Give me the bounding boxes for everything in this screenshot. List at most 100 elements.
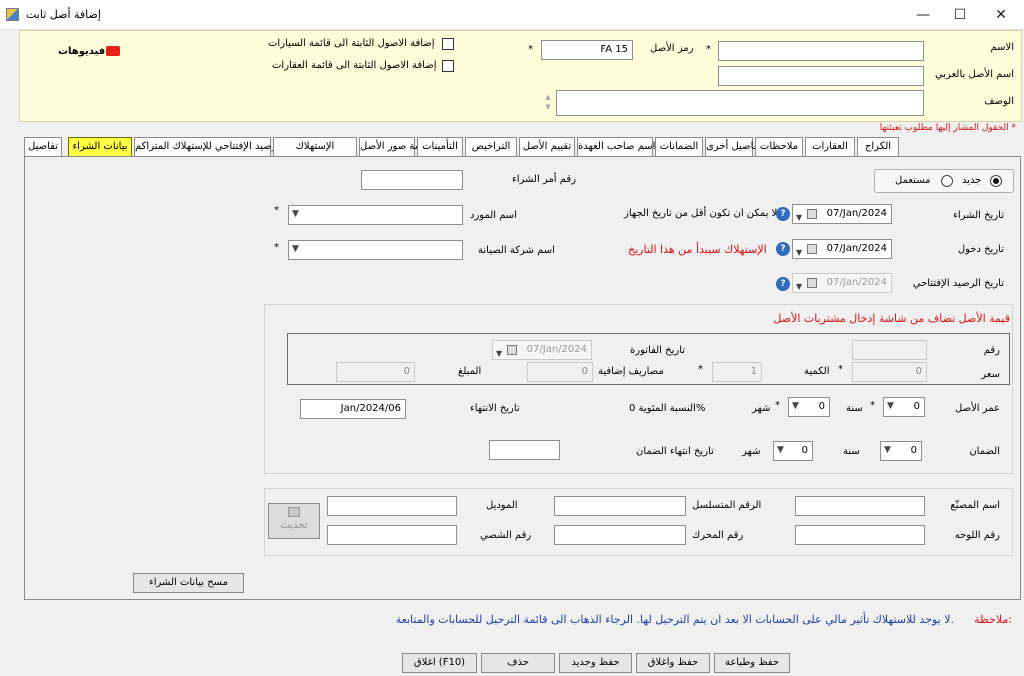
- serial-label: الرقم المتسلسل: [692, 500, 762, 511]
- update-button[interactable]: تحديث: [268, 503, 320, 539]
- supplier-label: اسم المورد: [470, 210, 518, 221]
- help-icon[interactable]: ?: [776, 207, 790, 221]
- warranty-end-input[interactable]: [489, 440, 560, 460]
- chevron-down-icon: ▼: [292, 244, 299, 254]
- asset-age-label: عمر الأصل: [955, 403, 1000, 414]
- purchase-date-hint: لا يمكن ان تكون أقل من تاريخ الجهاز: [624, 208, 778, 219]
- warranty-months-dropdown[interactable]: ▼ 0: [773, 441, 813, 461]
- help-icon[interactable]: ?: [776, 242, 790, 256]
- chassis-label: رقم الشصي: [480, 530, 532, 541]
- purchase-date-value: 07/Jan/2024: [826, 208, 887, 219]
- add-to-realestate-checkbox[interactable]: [442, 60, 454, 72]
- opening-date-value: 07/Jan/2024: [826, 277, 887, 288]
- close-f10-button[interactable]: اغلاق (F10): [402, 653, 477, 673]
- used-label: مستعمل: [895, 175, 931, 186]
- add-to-cars-label: إضافة الاصول الثابتة الى قائمة السيارات: [268, 38, 435, 49]
- save-new-button[interactable]: حفظ وجديد: [559, 653, 632, 673]
- engine-label: رقم المحرك: [692, 530, 744, 541]
- po-number-input[interactable]: [361, 170, 463, 190]
- warranty-years-label: سنة: [843, 446, 860, 457]
- asset-code-label: رمز الأصل: [650, 43, 694, 54]
- number-label: رقم: [983, 345, 1000, 356]
- name-label: الاسم: [990, 42, 1014, 53]
- amount-input: 0: [336, 362, 415, 382]
- tab-other-details[interactable]: تفاصيل أخرى: [705, 137, 761, 157]
- tab-notes[interactable]: ملاحظات: [755, 137, 803, 157]
- serial-input[interactable]: [554, 496, 686, 516]
- chevron-down-icon: ▼: [884, 445, 891, 455]
- asset-code-input[interactable]: FA 15: [541, 40, 633, 60]
- required-star: *: [870, 400, 875, 411]
- age-months-dropdown[interactable]: ▼ 0: [788, 397, 830, 417]
- note-label: ملاحظة:: [974, 613, 1012, 626]
- tab-insurance[interactable]: التأمينات: [417, 137, 463, 157]
- tab-asset-evaluation[interactable]: تقييم الأصل: [519, 137, 575, 157]
- name-input[interactable]: [718, 41, 924, 61]
- save-print-button[interactable]: حفظ وطباعة: [714, 653, 790, 673]
- purchase-date-picker[interactable]: ▼ 07/Jan/2024: [792, 204, 892, 224]
- end-date-label: تاريخ الانتهاء: [470, 403, 520, 414]
- tab-purchase-data[interactable]: بيانات الشراء: [68, 137, 132, 157]
- end-date-input[interactable]: Jan/2024/06: [300, 399, 406, 419]
- help-icon[interactable]: ?: [776, 277, 790, 291]
- warranty-months-value: 0: [801, 445, 808, 456]
- plate-label: رقم اللوحه: [954, 530, 1000, 541]
- arabic-name-input[interactable]: [718, 66, 924, 86]
- maximize-button[interactable]: ☐: [945, 4, 975, 26]
- opening-date-picker: ▼ 07/Jan/2024: [792, 273, 892, 293]
- tab-warranties[interactable]: الضمانات: [655, 137, 703, 157]
- age-years-value: 0: [913, 401, 920, 412]
- chevron-down-icon: ▼: [777, 445, 784, 455]
- tab-opening-depreciation[interactable]: الرصيد الإفتتاحي للإستهلاك المتراكم: [134, 137, 283, 157]
- add-to-cars-checkbox[interactable]: [442, 38, 454, 50]
- warranty-end-label: تاريخ انتهاء الضمان: [636, 446, 714, 457]
- videos-link[interactable]: فيديوهات: [58, 46, 105, 57]
- delete-button[interactable]: حذف: [481, 653, 555, 673]
- tab-asset-images[interactable]: قائمة صور الأصل: [359, 137, 431, 157]
- model-input[interactable]: [327, 496, 457, 516]
- tab-garage[interactable]: الكراج: [857, 137, 899, 157]
- purchase-date-label: تاريخ الشراء: [953, 210, 1004, 221]
- months-label: شهر: [752, 403, 771, 414]
- tab-depreciation[interactable]: الإستهلاك: [273, 137, 357, 157]
- minimize-button[interactable]: —: [908, 4, 938, 26]
- description-scrollbar[interactable]: ▲ ▼: [543, 92, 553, 114]
- entry-date-hint: الإستهلاك سيبدأ من هذا التاريخ: [628, 243, 767, 256]
- years-label: سنة: [846, 403, 863, 414]
- save-icon: [288, 507, 300, 517]
- age-months-value: 0: [818, 401, 825, 412]
- window-title: إضافة أصل ثابت: [26, 8, 101, 21]
- tab-custodian[interactable]: اسم صاحب العهدة: [577, 137, 655, 157]
- warranty-label: الضمان: [969, 446, 1000, 457]
- used-radio[interactable]: [941, 175, 953, 187]
- age-years-dropdown[interactable]: ▼ 0: [883, 397, 925, 417]
- close-button[interactable]: ✕: [986, 4, 1016, 26]
- chevron-down-icon: ▼: [792, 401, 799, 411]
- plate-input[interactable]: [795, 525, 925, 545]
- youtube-icon[interactable]: [106, 46, 120, 56]
- clear-purchase-button[interactable]: مسح بيانات الشراء: [133, 573, 244, 593]
- required-note: الحقول المشار إليها مطلوب تعبئتها *: [879, 123, 1016, 133]
- warranty-years-value: 0: [910, 445, 917, 456]
- manufacturer-input[interactable]: [795, 496, 925, 516]
- extra-expenses-input: 0: [527, 362, 593, 382]
- save-close-button[interactable]: حفظ واغلاق: [636, 653, 710, 673]
- tab-details[interactable]: تفاصيل: [24, 137, 62, 157]
- description-input[interactable]: [556, 90, 924, 116]
- tab-real-estate[interactable]: العقارات: [805, 137, 855, 157]
- maintenance-company-dropdown[interactable]: ▼: [288, 240, 463, 260]
- opening-date-label: تاريخ الرصيد الإفتتاحي: [912, 278, 1004, 289]
- required-star: *: [274, 242, 279, 253]
- required-star: *: [775, 400, 780, 411]
- amount-label: المبلغ: [458, 366, 482, 377]
- new-radio[interactable]: [990, 175, 1002, 187]
- engine-input[interactable]: [554, 525, 686, 545]
- quantity-label: الكمية: [804, 366, 830, 377]
- entry-date-picker[interactable]: ▼ 07/Jan/2024: [792, 239, 892, 259]
- warranty-years-dropdown[interactable]: ▼ 0: [880, 441, 922, 461]
- supplier-dropdown[interactable]: ▼: [288, 205, 463, 225]
- required-star: *: [698, 364, 703, 375]
- chassis-input[interactable]: [327, 525, 457, 545]
- invoice-date-label: تاريخ الفاتورة: [630, 345, 686, 356]
- tab-licenses[interactable]: التراخيص: [465, 137, 517, 157]
